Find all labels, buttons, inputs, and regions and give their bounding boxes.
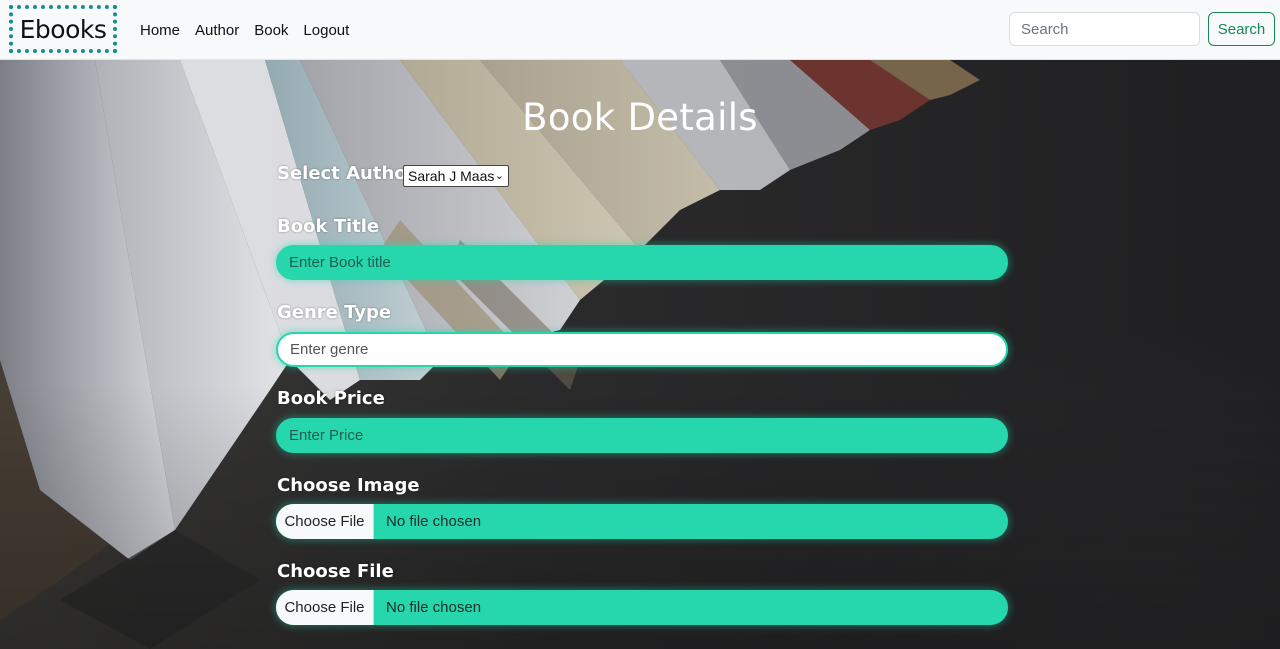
search-input[interactable] <box>1009 12 1200 46</box>
chevron-down-icon: ⌄ <box>494 170 504 182</box>
book-file-input[interactable]: Choose File No file chosen <box>276 590 1008 625</box>
book-title-input[interactable] <box>276 245 1008 280</box>
choose-image-label: Choose Image <box>277 475 420 496</box>
genre-input[interactable] <box>276 332 1008 367</box>
navbar: Ebooks Home Author Book Logout Search <box>0 0 1280 60</box>
author-select[interactable]: Sarah J Maas ⌄ <box>403 165 509 187</box>
book-choose-file-button[interactable]: Choose File <box>276 590 374 625</box>
select-author-label: Select Author <box>277 163 416 184</box>
image-choose-file-button[interactable]: Choose File <box>276 504 374 539</box>
author-select-value: Sarah J Maas <box>408 168 495 184</box>
page-title: Book Details <box>522 96 758 139</box>
book-price-input[interactable] <box>276 418 1008 453</box>
nav-link-home[interactable]: Home <box>140 22 180 39</box>
brand-logo[interactable]: Ebooks <box>9 5 117 53</box>
nav-link-book[interactable]: Book <box>254 22 288 39</box>
nav-link-logout[interactable]: Logout <box>303 22 349 39</box>
choose-file-label: Choose File <box>277 561 394 582</box>
image-file-input[interactable]: Choose File No file chosen <box>276 504 1008 539</box>
genre-type-label: Genre Type <box>277 302 392 323</box>
image-file-status: No file chosen <box>386 513 482 530</box>
search-button[interactable]: Search <box>1208 12 1275 46</box>
book-title-label: Book Title <box>277 216 380 237</box>
nav-links: Home Author Book Logout <box>140 0 349 60</box>
book-file-status: No file chosen <box>386 599 482 616</box>
book-price-label: Book Price <box>277 388 385 409</box>
nav-link-author[interactable]: Author <box>195 22 239 39</box>
